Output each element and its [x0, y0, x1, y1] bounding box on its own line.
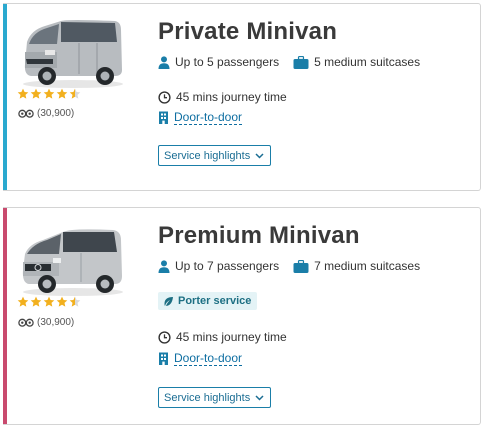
star-rating [17, 88, 81, 100]
journey-row: 45 mins journey time [158, 330, 287, 344]
service-highlights-button[interactable]: Service highlights [158, 145, 272, 166]
review-count-text: (30,900) [37, 108, 75, 119]
leaf-icon [164, 296, 173, 306]
chevron-down-icon [255, 152, 264, 159]
star-rating [17, 296, 81, 308]
suitcase-icon [293, 259, 309, 273]
star-icon [17, 88, 29, 99]
door-to-door-row: Door-to-door [158, 110, 243, 125]
porter-service-label: Porter service [178, 295, 252, 307]
star-icon [43, 88, 55, 99]
star-icon [43, 296, 55, 307]
review-count-text: (30,900) [37, 317, 75, 328]
clock-icon [158, 330, 171, 344]
vehicle-card-premium-minivan[interactable]: (30,900) Premium Minivan Up to 7 passeng… [3, 207, 481, 425]
building-icon [159, 352, 168, 365]
vehicle-title: Private Minivan [158, 18, 338, 45]
chevron-down-icon [255, 394, 264, 401]
journey-row: 45 mins journey time [158, 90, 287, 104]
luggage-capacity: 7 medium suitcases [314, 259, 421, 273]
passenger-capacity: Up to 5 passengers [175, 55, 280, 69]
review-count[interactable]: (30,900) [18, 317, 74, 328]
passenger-capacity: Up to 7 passengers [175, 259, 280, 273]
capacity-row: Up to 5 passengers 5 medium suitcases [158, 55, 420, 69]
review-count[interactable]: (30,900) [18, 108, 74, 119]
porter-service-badge: Porter service [158, 292, 258, 310]
service-highlights-button[interactable]: Service highlights [158, 387, 272, 408]
building-icon [159, 111, 168, 124]
journey-time: 45 mins journey time [176, 330, 287, 344]
tripadvisor-icon [18, 109, 34, 118]
suitcase-icon [293, 55, 309, 69]
service-highlights-label: Service highlights [164, 149, 251, 162]
clock-icon [158, 90, 171, 104]
vehicle-card-private-minivan[interactable]: (30,900) Private Minivan Up to 5 passeng… [3, 3, 481, 191]
star-icon [17, 296, 29, 307]
journey-time: 45 mins journey time [176, 90, 287, 104]
door-to-door-link[interactable]: Door-to-door [174, 351, 243, 366]
service-highlights-label: Service highlights [164, 391, 251, 404]
vehicle-title: Premium Minivan [158, 222, 360, 249]
private-minivan-image [23, 20, 123, 88]
person-icon [158, 259, 170, 273]
card-accent-bar [3, 208, 7, 424]
person-icon [158, 55, 170, 69]
door-to-door-row: Door-to-door [158, 351, 243, 366]
star-icon [56, 296, 68, 307]
star-icon [30, 296, 42, 307]
premium-minivan-image [22, 229, 123, 296]
tripadvisor-icon [18, 318, 34, 327]
luggage-capacity: 5 medium suitcases [314, 55, 421, 69]
capacity-row: Up to 7 passengers 7 medium suitcases [158, 259, 420, 273]
star-icon [56, 88, 68, 99]
star-icon [30, 88, 42, 99]
half-star-icon [69, 296, 81, 307]
half-star-icon [69, 88, 81, 99]
door-to-door-link[interactable]: Door-to-door [174, 110, 243, 125]
card-accent-bar [3, 4, 7, 190]
